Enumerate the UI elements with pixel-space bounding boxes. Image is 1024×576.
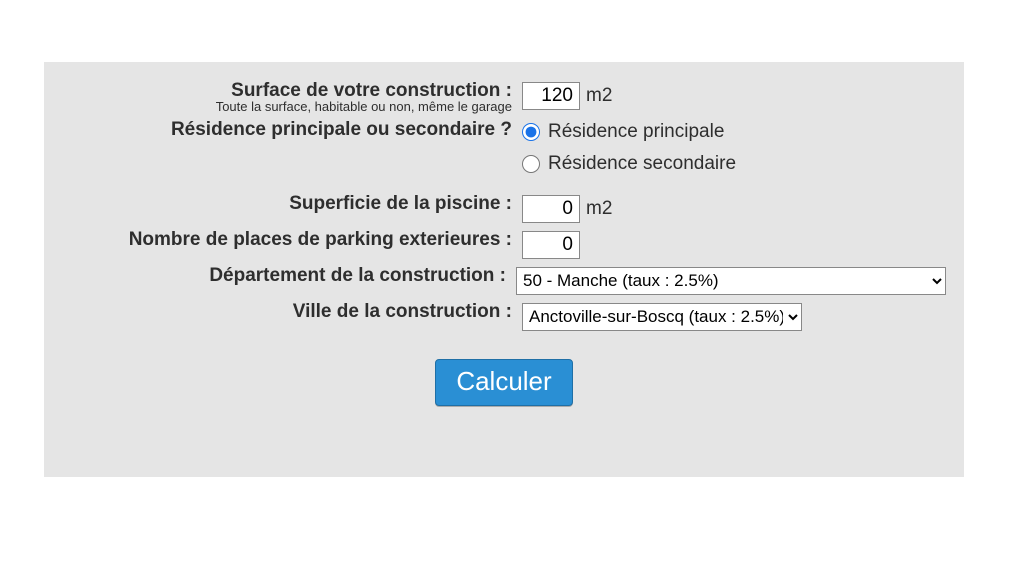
residence-radio-secondaire[interactable] <box>522 155 540 173</box>
ctrl-col-ville: Anctoville-sur-Boscq (taux : 2.5%) <box>522 301 802 331</box>
ville-select[interactable]: Anctoville-sur-Boscq (taux : 2.5%) <box>522 303 802 331</box>
departement-label: Département de la construction : <box>62 265 506 287</box>
button-row: Calculer <box>62 359 946 406</box>
ville-label: Ville de la construction : <box>62 301 512 323</box>
piscine-label: Superficie de la piscine : <box>62 193 512 215</box>
surface-sublabel: Toute la surface, habitable ou non, même… <box>62 100 512 113</box>
piscine-unit: m2 <box>586 198 612 220</box>
calculate-button[interactable]: Calculer <box>435 359 572 406</box>
ctrl-col-piscine: m2 <box>522 193 612 223</box>
field-piscine: Superficie de la piscine : m2 <box>62 193 946 223</box>
label-col-piscine: Superficie de la piscine : <box>62 193 522 215</box>
residence-radio-group: Résidence principale Résidence secondair… <box>522 119 736 175</box>
field-departement: Département de la construction : 50 - Ma… <box>62 265 946 295</box>
residence-radio-principale[interactable] <box>522 123 540 141</box>
residence-label: Résidence principale ou secondaire ? <box>62 119 512 141</box>
residence-option-principale[interactable]: Résidence principale <box>522 121 736 143</box>
label-col-parking: Nombre de places de parking exterieures … <box>62 229 522 251</box>
field-parking: Nombre de places de parking exterieures … <box>62 229 946 259</box>
piscine-input[interactable] <box>522 195 580 223</box>
departement-select[interactable]: 50 - Manche (taux : 2.5%) <box>516 267 946 295</box>
field-residence: Résidence principale ou secondaire ? Rés… <box>62 119 946 175</box>
form-panel: Surface de votre construction : Toute la… <box>44 62 964 477</box>
ctrl-col-surface: m2 <box>522 80 612 110</box>
surface-unit: m2 <box>586 85 612 107</box>
parking-label: Nombre de places de parking exterieures … <box>62 229 512 251</box>
label-col-departement: Département de la construction : <box>62 265 516 287</box>
field-surface: Surface de votre construction : Toute la… <box>62 80 946 113</box>
ctrl-col-departement: 50 - Manche (taux : 2.5%) <box>516 265 946 295</box>
parking-input[interactable] <box>522 231 580 259</box>
label-col-residence: Résidence principale ou secondaire ? <box>62 119 522 141</box>
residence-option-secondaire[interactable]: Résidence secondaire <box>522 153 736 175</box>
field-ville: Ville de la construction : Anctoville-su… <box>62 301 946 331</box>
ctrl-col-parking <box>522 229 580 259</box>
residence-label-secondaire: Résidence secondaire <box>548 153 736 175</box>
label-col-surface: Surface de votre construction : Toute la… <box>62 80 522 113</box>
surface-input[interactable] <box>522 82 580 110</box>
label-col-ville: Ville de la construction : <box>62 301 522 323</box>
residence-label-principale: Résidence principale <box>548 121 724 143</box>
